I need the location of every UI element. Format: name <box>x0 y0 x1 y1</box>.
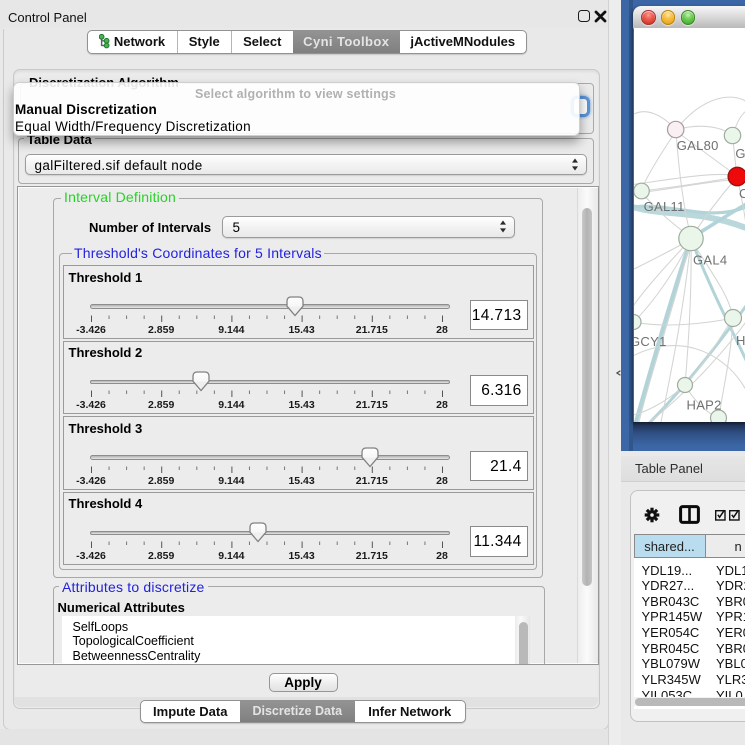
svg-text:H: H <box>736 333 745 348</box>
svg-text:GCY1: GCY1 <box>634 334 667 349</box>
svg-text:GA: GA <box>735 146 745 161</box>
svg-text:GAL11: GAL11 <box>643 199 684 214</box>
svg-text:HAP2: HAP2 <box>686 398 721 413</box>
svg-text:GAL80: GAL80 <box>676 138 718 153</box>
svg-text:CY: CY <box>739 186 745 201</box>
svg-text:GAL4: GAL4 <box>693 253 727 268</box>
